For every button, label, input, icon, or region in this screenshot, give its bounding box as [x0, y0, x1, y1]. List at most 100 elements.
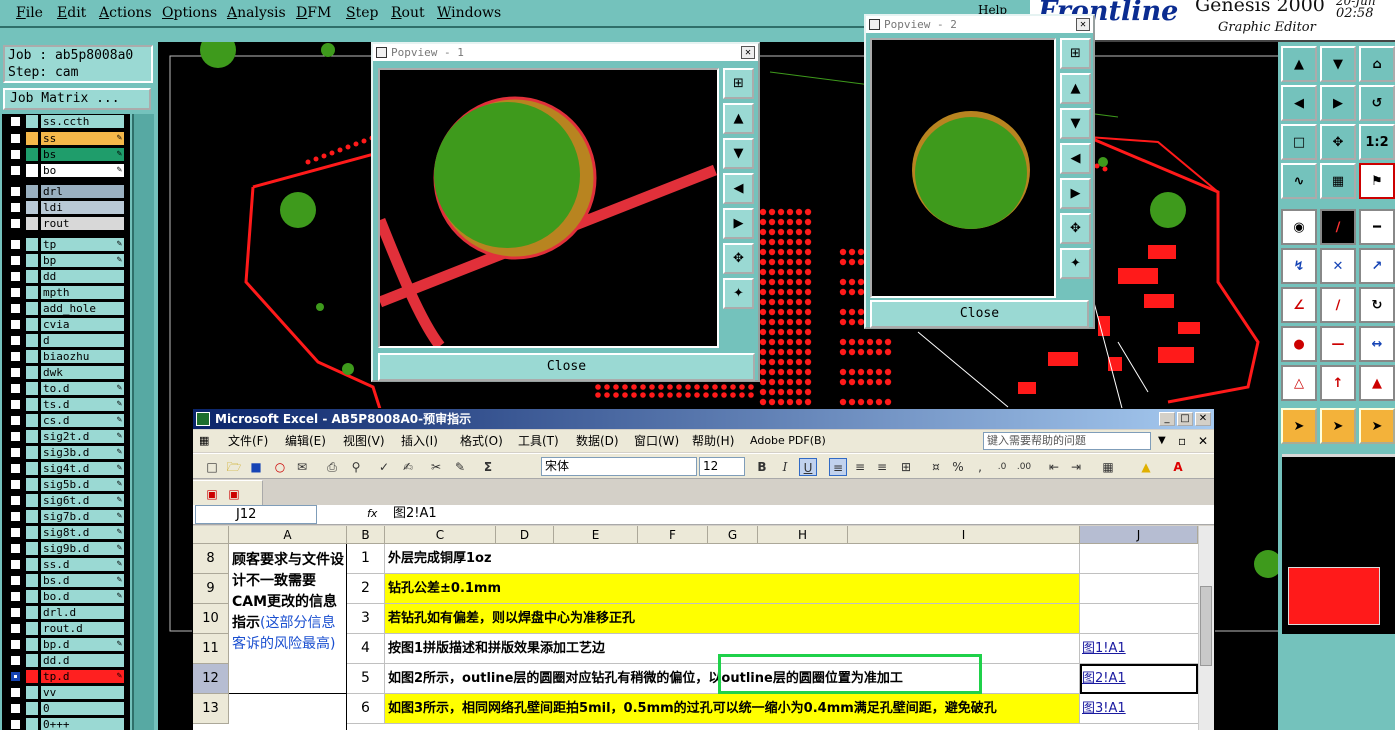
zoom-fit-icon[interactable]: ⊞: [1060, 38, 1091, 69]
formula-input[interactable]: 图2!A1: [393, 505, 437, 523]
layer-checkbox[interactable]: [10, 399, 21, 410]
layer-row[interactable]: bs ✎: [2, 147, 130, 162]
dropdown-icon[interactable]: ▼: [1158, 430, 1166, 452]
print-icon[interactable]: ⎙: [323, 458, 341, 476]
italic-icon[interactable]: I: [776, 458, 794, 476]
rotate-icon[interactable]: ↻: [1359, 287, 1395, 323]
currency-icon[interactable]: ¤: [927, 458, 945, 476]
layer-color-swatch[interactable]: [26, 164, 38, 177]
layer-row[interactable]: drl.d: [2, 605, 130, 620]
layer-row[interactable]: cs.d ✎: [2, 413, 130, 428]
layer-name[interactable]: vv: [41, 686, 124, 699]
layer-color-swatch[interactable]: [26, 558, 38, 571]
permission-icon[interactable]: ○: [271, 458, 289, 476]
layer-name[interactable]: sig5b.d ✎: [41, 478, 124, 491]
pad-icon[interactable]: ●: [1281, 326, 1317, 362]
layer-name[interactable]: ss.ccth: [41, 115, 124, 128]
layer-color-swatch[interactable]: [26, 430, 38, 443]
name-box[interactable]: J12: [195, 505, 317, 524]
connect-icon[interactable]: ↯: [1281, 248, 1317, 284]
font-size-select[interactable]: 12: [699, 457, 745, 476]
layer-color-swatch[interactable]: [26, 654, 38, 667]
cell-b[interactable]: 2: [347, 574, 385, 604]
layer-row[interactable]: cvia: [2, 317, 130, 332]
select-pointer-ring-icon[interactable]: ➤: [1359, 408, 1395, 444]
layer-color-swatch[interactable]: [26, 366, 38, 379]
peak-icon[interactable]: ▲: [1359, 365, 1395, 401]
cell-j-link[interactable]: [1080, 574, 1198, 604]
layer-color-swatch[interactable]: [26, 302, 38, 315]
column-header-g[interactable]: G: [708, 526, 758, 544]
home-icon[interactable]: ⌂: [1359, 46, 1395, 82]
snap-icon[interactable]: ∿: [1281, 163, 1317, 199]
cell-c[interactable]: 如图3所示，相同网络孔壁间距拍5mil，0.5mm的过孔可以统一缩小为0.4mm…: [385, 694, 1080, 724]
popview-1-close-button[interactable]: Close: [378, 353, 755, 381]
cut-icon[interactable]: ✂: [427, 458, 445, 476]
menu-edit[interactable]: Edit: [57, 5, 86, 21]
zoom-out-icon[interactable]: ✦: [723, 278, 754, 309]
excel-menu-view[interactable]: 视图(V): [343, 430, 385, 452]
excel-menu-file[interactable]: 文件(F): [228, 430, 268, 452]
excel-menu-tools[interactable]: 工具(T): [518, 430, 559, 452]
layer-name[interactable]: cs.d ✎: [41, 414, 124, 427]
pan-up-icon[interactable]: ▲: [1060, 73, 1091, 104]
layer-row[interactable]: drl: [2, 184, 130, 199]
layer-checkbox[interactable]: [10, 447, 21, 458]
diagonal-icon[interactable]: ∕: [1320, 287, 1356, 323]
excel-menu-help[interactable]: 帮助(H): [692, 430, 734, 452]
measure-icon[interactable]: ↔: [1359, 326, 1395, 362]
menu-step[interactable]: Step: [346, 5, 378, 21]
layer-row[interactable]: sig2t.d ✎: [2, 429, 130, 444]
layer-name[interactable]: sig9b.d ✎: [41, 542, 124, 555]
layer-checkbox[interactable]: [10, 202, 21, 213]
create-pdf-email-icon[interactable]: ▣: [225, 485, 243, 503]
layer-color-swatch[interactable]: [26, 702, 38, 715]
column-header-a[interactable]: A: [229, 526, 347, 544]
layer-color-swatch[interactable]: [26, 590, 38, 603]
display-options-icon[interactable]: ⚑: [1359, 163, 1395, 199]
align-right-icon[interactable]: ≡: [873, 458, 891, 476]
research-icon[interactable]: ✍: [399, 458, 417, 476]
layer-row[interactable]: dd.d: [2, 653, 130, 668]
maximize-icon[interactable]: □: [1177, 412, 1193, 426]
layer-name[interactable]: biaozhu: [41, 350, 124, 363]
layer-name[interactable]: drl: [41, 185, 124, 198]
layer-color-swatch[interactable]: [26, 574, 38, 587]
layer-name[interactable]: d: [41, 334, 124, 347]
layer-checkbox[interactable]: [10, 639, 21, 650]
cell-b[interactable]: 4: [347, 634, 385, 664]
grid-icon[interactable]: ▦: [1320, 163, 1356, 199]
select-pointer-box-icon[interactable]: ➤: [1320, 408, 1356, 444]
layer-name[interactable]: tp.d ✎: [41, 670, 124, 683]
layer-color-swatch[interactable]: [26, 446, 38, 459]
layer-color-swatch[interactable]: [26, 148, 38, 161]
layer-row[interactable]: sig6t.d ✎: [2, 493, 130, 508]
layer-row[interactable]: bs.d ✎: [2, 573, 130, 588]
menu-dfm[interactable]: DFM: [296, 5, 331, 21]
pan-up-icon[interactable]: ▲: [1281, 46, 1317, 82]
layer-row[interactable]: sig4t.d ✎: [2, 461, 130, 476]
pan-left-icon[interactable]: ◀: [1281, 85, 1317, 121]
layer-row[interactable]: ldi: [2, 200, 130, 215]
layer-name[interactable]: dd.d: [41, 654, 124, 667]
layer-color-swatch[interactable]: [26, 638, 38, 651]
layer-name[interactable]: ts.d ✎: [41, 398, 124, 411]
feature-select-icon[interactable]: ◉: [1281, 209, 1317, 245]
fx-icon[interactable]: fx: [367, 505, 377, 523]
layer-checkbox[interactable]: [10, 511, 21, 522]
layer-row[interactable]: tp.d ✎: [2, 669, 130, 684]
pan-left-icon[interactable]: ◀: [1060, 143, 1091, 174]
layer-color-swatch[interactable]: [26, 334, 38, 347]
layer-color-swatch[interactable]: [26, 718, 38, 730]
layer-color-swatch[interactable]: [26, 238, 38, 251]
close-icon[interactable]: ✕: [1195, 412, 1211, 426]
layer-name[interactable]: ldi: [41, 201, 124, 214]
font-color-icon[interactable]: A: [1169, 458, 1187, 476]
layer-name[interactable]: rout.d: [41, 622, 124, 635]
menu-actions[interactable]: Actions: [99, 5, 152, 21]
spreadsheet-grid[interactable]: A B C D E F G H I J 顾客要求与文件设计不一致需要CAM更改的…: [193, 526, 1198, 730]
vertical-scrollbar[interactable]: [1198, 526, 1214, 730]
row-header[interactable]: 10: [193, 604, 229, 634]
layer-checkbox[interactable]: [10, 415, 21, 426]
layer-row[interactable]: sig5b.d ✎: [2, 477, 130, 492]
